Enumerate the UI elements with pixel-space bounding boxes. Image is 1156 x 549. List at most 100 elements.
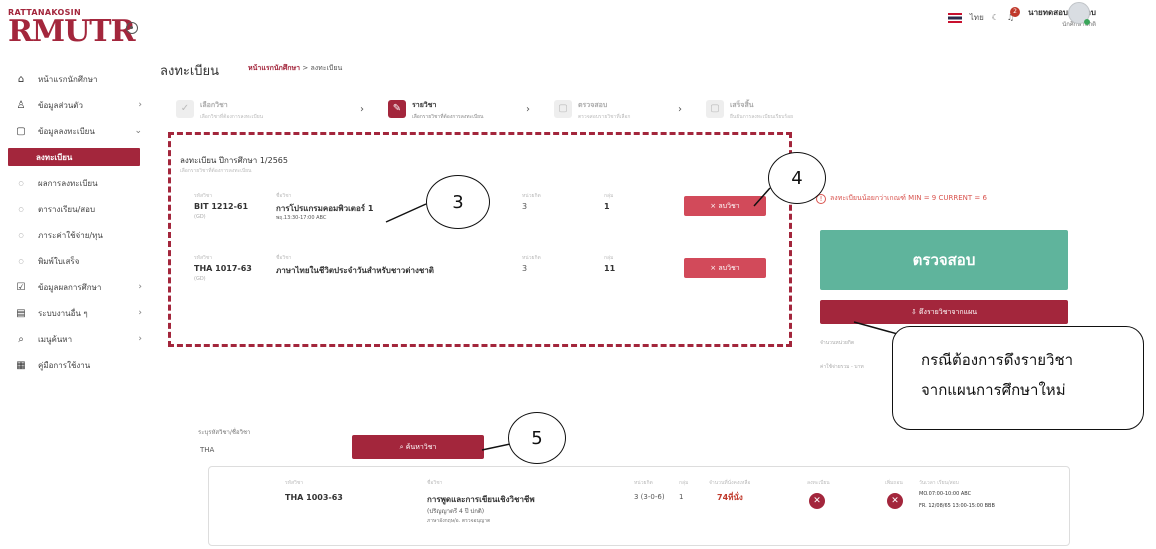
chevron-down-icon: ⌄ xyxy=(134,126,142,136)
course-section: (GD) xyxy=(194,276,206,282)
document-icon: ▦ xyxy=(16,359,26,371)
col-label-seats: จำนวนที่นั่งคงเหลือ xyxy=(709,480,751,486)
sidebar-item-register[interactable]: ลงทะเบียน xyxy=(8,148,140,166)
breadcrumb: หน้าแรกนักศึกษา > ลงทะเบียน xyxy=(248,63,342,74)
callout-4: 4 xyxy=(768,152,826,204)
sidebar-item-profile[interactable]: ♙ ข้อมูลส่วนตัว › xyxy=(14,92,154,118)
col-label-name: ชื่อวิชา xyxy=(276,193,292,199)
callout-5-pointer xyxy=(481,443,511,451)
circle-bullet-icon: ○ xyxy=(18,179,24,187)
remove-course-button[interactable]: × ลบวิชา xyxy=(684,258,766,278)
course-name: ภาษาไทยในชีวิตประจำวันสำหรับชาวต่างชาติ xyxy=(276,266,434,275)
sidebar-item-label: ลงทะเบียน xyxy=(36,152,73,162)
result-course-program: (ปริญญาตรี 4 ปี ปกติ) xyxy=(427,508,485,515)
speech-line-1: กรณีต้องการดึงรายวิชา xyxy=(921,351,1074,369)
step-done[interactable]: ▢ เสร็จสิ้น ยืนยันการลงทะเบียนเรียบร้อย xyxy=(706,100,794,121)
step-courses[interactable]: ✎ รายวิชา เลือกรายวิชาที่ต้องการลงทะเบีย… xyxy=(388,100,483,121)
result-exam-time: FR. 12/08/65 13:00-15:00 BBB xyxy=(919,503,995,509)
col-label-register: ลงทะเบียน xyxy=(807,480,830,486)
sidebar-item-label: ภาระค่าใช้จ่าย/ทุน xyxy=(38,230,103,240)
result-group: 1 xyxy=(679,493,684,501)
registration-subtitle: เลือกรายวิชาที่ต้องการลงทะเบียน xyxy=(180,168,252,174)
chevron-right-icon: › xyxy=(138,334,142,344)
sidebar-item-registration-result[interactable]: ○ ผลการลงทะเบียน xyxy=(14,170,154,196)
step-title: เลือกวิชา xyxy=(200,101,228,109)
col-label-code: รหัสวิชา xyxy=(194,193,213,199)
sidebar-item-label: หน้าแรกนักศึกษา xyxy=(38,74,98,84)
registered-course-row: รหัสวิชา ชื่อวิชา หน่วยกิต กลุ่ม THA 101… xyxy=(194,254,784,294)
add-drop-unavailable-icon[interactable]: ✕ xyxy=(887,493,903,509)
home-icon: ⌂ xyxy=(17,73,25,85)
chevron-right-icon: › xyxy=(138,282,142,292)
speech-bubble-note: กรณีต้องการดึงรายวิชา จากแผนการศึกษาใหม่ xyxy=(892,326,1144,430)
course-code: THA 1017-63 xyxy=(194,264,252,273)
credit-warning-text: ลงทะเบียนน้อยกว่าเกณฑ์ MIN = 9 CURRENT =… xyxy=(830,194,987,202)
language-label[interactable]: ไทย xyxy=(970,11,984,24)
verify-button[interactable]: ตรวจสอบ xyxy=(820,230,1068,290)
result-course-name: การพูดและการเขียนเชิงวิชาชีพ xyxy=(427,495,535,504)
search-course-button[interactable]: ⌕ ค้นหาวิชา xyxy=(352,435,484,459)
sidebar-item-search-menu[interactable]: ⌕ เมนูค้นหา › xyxy=(14,326,154,352)
thai-flag-icon[interactable] xyxy=(947,12,962,23)
sidebar-toggle-icon[interactable] xyxy=(126,22,138,34)
step-title: เสร็จสิ้น xyxy=(730,101,754,109)
step-arrow-icon: › xyxy=(678,104,682,115)
result-course-code: THA 1003-63 xyxy=(285,493,343,502)
col-label-group: กลุ่ม xyxy=(604,255,614,261)
sidebar-item-receipt[interactable]: ○ พิมพ์ใบเสร็จ xyxy=(14,248,154,274)
col-label-name: ชื่อวิชา xyxy=(276,255,292,261)
col-label-time: วันเวลา เรียน/สอบ xyxy=(919,480,959,486)
remove-course-button[interactable]: × ลบวิชา xyxy=(684,196,766,216)
step-arrow-icon: › xyxy=(360,104,364,115)
moon-icon[interactable]: ☾ xyxy=(992,13,999,22)
circle-bullet-icon: ○ xyxy=(18,231,24,239)
col-label-credit: หน่วยกิต xyxy=(522,255,541,261)
step-select[interactable]: ✓ เลือกวิชา เลือกวิชาที่ต้องการลงทะเบียน xyxy=(176,100,263,121)
step-verify[interactable]: ▢ ตรวจสอบ ตรวจสอบรายวิชาที่เลือก xyxy=(554,100,630,121)
checkbox-icon: ☑ xyxy=(16,281,26,293)
search-label: ระบุรหัสวิชา/ชื่อวิชา xyxy=(198,429,251,436)
col-label-name: ชื่อวิชา xyxy=(427,480,443,486)
search-icon: ⌕ xyxy=(18,333,24,345)
page-title: ลงทะเบียน xyxy=(160,64,220,79)
user-icon: ♙ xyxy=(16,99,26,111)
clipboard-icon: ▤ xyxy=(16,307,26,319)
result-seats: 74ที่นั่ง xyxy=(717,493,743,502)
breadcrumb-separator: > xyxy=(302,64,309,72)
register-unavailable-icon[interactable]: ✕ xyxy=(809,493,825,509)
course-credit: 3 xyxy=(522,202,528,211)
col-label-code: รหัสวิชา xyxy=(194,255,213,261)
sidebar-item-timetable[interactable]: ○ ตารางเรียน/สอบ xyxy=(14,196,154,222)
course-search-input[interactable] xyxy=(200,443,340,457)
pull-from-plan-button[interactable]: ⇩ ดึงรายวิชาจากแผน xyxy=(820,300,1068,324)
book-icon: ▢ xyxy=(16,125,26,137)
col-label-credit: หน่วยกิต xyxy=(522,193,541,199)
check-icon: ✓ xyxy=(176,100,194,118)
sidebar-item-label: เมนูค้นหา xyxy=(38,334,73,344)
sidebar-item-other-systems[interactable]: ▤ ระบบงานอื่น ๆ › xyxy=(14,300,154,326)
sidebar-item-registration-info[interactable]: ▢ ข้อมูลลงทะเบียน ⌄ xyxy=(14,118,154,144)
step-subtitle: ยืนยันการลงทะเบียนเรียบร้อย xyxy=(730,114,794,120)
sidebar-item-manual[interactable]: ▦ คู่มือการใช้งาน xyxy=(14,352,154,378)
chevron-right-icon: › xyxy=(138,308,142,318)
step-title: รายวิชา xyxy=(412,101,437,109)
sidebar-item-home[interactable]: ⌂ หน้าแรกนักศึกษา xyxy=(14,66,154,92)
notification-bell-icon[interactable]: ♫ 2 xyxy=(1007,7,1021,22)
sidebar-item-label: ข้อมูลลงทะเบียน xyxy=(38,126,95,136)
sidebar-item-label: ข้อมูลส่วนตัว xyxy=(38,100,83,110)
step-title: ตรวจสอบ xyxy=(578,101,608,109)
col-label-add-drop: เพิ่มถอน xyxy=(885,480,903,486)
course-credit: 3 xyxy=(522,264,528,273)
sidebar-item-fees[interactable]: ○ ภาระค่าใช้จ่าย/ทุน xyxy=(14,222,154,248)
sidebar-item-label: ระบบงานอื่น ๆ xyxy=(38,308,88,318)
step-arrow-icon: › xyxy=(526,104,530,115)
sidebar-item-label: ผลการลงทะเบียน xyxy=(38,178,98,188)
sidebar-item-grades[interactable]: ☑ ข้อมูลผลการศึกษา › xyxy=(14,274,154,300)
breadcrumb-current: ลงทะเบียน xyxy=(310,64,343,72)
notification-badge: 2 xyxy=(1010,7,1021,17)
square-icon: ▢ xyxy=(554,100,572,118)
breadcrumb-home-link[interactable]: หน้าแรกนักศึกษา xyxy=(248,64,300,72)
sidebar-item-label: คู่มือการใช้งาน xyxy=(38,360,91,370)
col-label-group: กลุ่ม xyxy=(679,480,689,486)
credit-total-label: จำนวนหน่วยกิต xyxy=(820,340,855,346)
